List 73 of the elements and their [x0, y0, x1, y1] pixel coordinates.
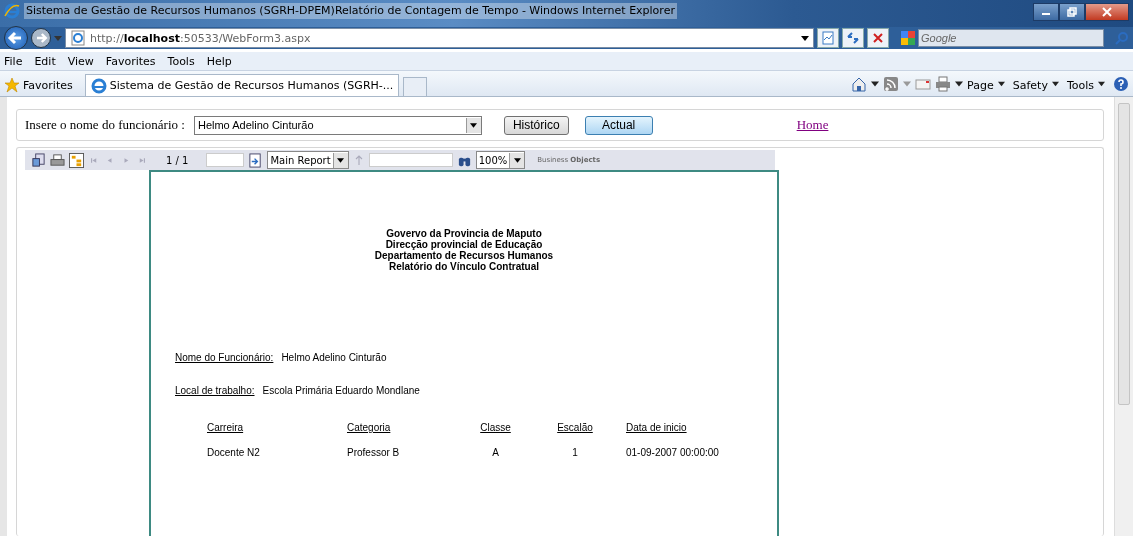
form-button[interactable]: Histórico: [503, 115, 569, 135]
back-button[interactable]: [4, 26, 28, 50]
minimize-button[interactable]: [1033, 3, 1059, 21]
command-menu[interactable]: Page: [967, 79, 994, 92]
caret-icon[interactable]: [801, 35, 809, 41]
menu-item[interactable]: File: [4, 54, 23, 68]
chart-page-icon: [821, 31, 835, 45]
column-header: Categoria: [347, 422, 392, 433]
employee-dropdown[interactable]: Helmo Adelino Cinturão: [193, 115, 482, 135]
page-number-field[interactable]: [206, 153, 245, 167]
star-icon: [4, 77, 20, 93]
forward-button[interactable]: [31, 28, 51, 48]
menu-item[interactable]: View: [67, 54, 94, 68]
ie-logo-icon: [90, 77, 107, 94]
printer-icon[interactable]: [50, 152, 65, 168]
table-cell-text: Professor B: [347, 447, 401, 458]
search-field[interactable]: Google: [918, 29, 1104, 47]
home-link[interactable]: Home: [796, 117, 829, 133]
table-cell-text: Docente N2: [207, 447, 261, 458]
menu-item[interactable]: Favorites: [105, 54, 156, 68]
column-header: Classe: [479, 422, 512, 433]
printer-icon[interactable]: [935, 76, 952, 92]
column-header: Carreira: [207, 422, 245, 433]
close-icon: [871, 31, 885, 45]
close-button[interactable]: [1085, 3, 1129, 21]
colored-squares-logo-icon: [900, 30, 916, 46]
zoom-dropdown[interactable]: 100%: [475, 151, 526, 169]
caret-icon[interactable]: [470, 122, 478, 128]
page-counter: 1 / 1: [166, 154, 189, 166]
report-heading: Direcção provincial de Educação: [385, 239, 543, 250]
menu-item[interactable]: Edit: [34, 54, 56, 68]
form-button[interactable]: Actual: [584, 115, 653, 135]
report-heading: Govervo da Provincia de Maputo: [385, 228, 543, 239]
command-menu[interactable]: Tools: [1066, 79, 1094, 92]
table-cell-text: 01-09-2007 00:00:00: [626, 447, 720, 458]
compatibility-button[interactable]: [817, 28, 839, 48]
close-icon: [1102, 7, 1112, 17]
caret-icon[interactable]: [337, 157, 345, 163]
export-icon[interactable]: [31, 152, 46, 168]
page-icon: [70, 30, 86, 46]
address-field[interactable]: http://localhost:50533/WebForm3.aspx: [65, 28, 814, 48]
command-menu[interactable]: Safety: [1012, 79, 1048, 92]
restore-icon: [1067, 7, 1077, 17]
report-dropdown[interactable]: Main Report: [267, 151, 349, 169]
go-to-page-icon[interactable]: [248, 152, 264, 168]
browser-tab[interactable]: Sistema de Gestão de Recursos Humanos (SGRH-...: [84, 74, 400, 96]
scrollbar-thumb[interactable]: [1118, 103, 1130, 405]
field-label: Nome do Funcionário:: [175, 352, 274, 363]
field-label: Local de trabalho:: [175, 385, 255, 396]
field-value: Helmo Adelino Cinturão: [281, 352, 387, 363]
ie-logo-icon: [4, 3, 20, 19]
column-header: Data de inicio: [626, 422, 688, 433]
caret-icon[interactable]: [513, 157, 521, 163]
group-tree-icon[interactable]: [69, 152, 84, 168]
restore-button[interactable]: [1059, 3, 1085, 21]
search-text-field[interactable]: [368, 153, 453, 167]
refresh-button[interactable]: [842, 28, 864, 48]
window-title: Sistema de Gestão de Recursos Humanos (SGRH-DPEM)Relatório de Contagem de Tempo - Windows Internet Explorer: [24, 3, 677, 19]
column-header: Escalão: [556, 422, 594, 433]
refresh-icon: [846, 31, 860, 45]
help-icon[interactable]: [1113, 76, 1129, 92]
home-icon[interactable]: [851, 76, 868, 92]
table-cell-text: 1: [571, 447, 579, 458]
stop-button[interactable]: [867, 28, 889, 48]
favorites-button[interactable]: Favorites: [4, 74, 73, 96]
report-heading: Relatório do Vínculo Contratual: [389, 261, 540, 272]
mail-icon[interactable]: [915, 76, 932, 92]
table-cell-text: A: [491, 447, 500, 458]
employee-label: Insere o nome do funcionário :: [25, 117, 185, 133]
menu-item[interactable]: Tools: [167, 54, 195, 68]
report-heading: Departamento de Recursos Humanos: [373, 250, 555, 261]
field-value: Escola Primária Eduardo Mondlane: [262, 385, 420, 396]
menu-item[interactable]: Help: [206, 54, 232, 68]
